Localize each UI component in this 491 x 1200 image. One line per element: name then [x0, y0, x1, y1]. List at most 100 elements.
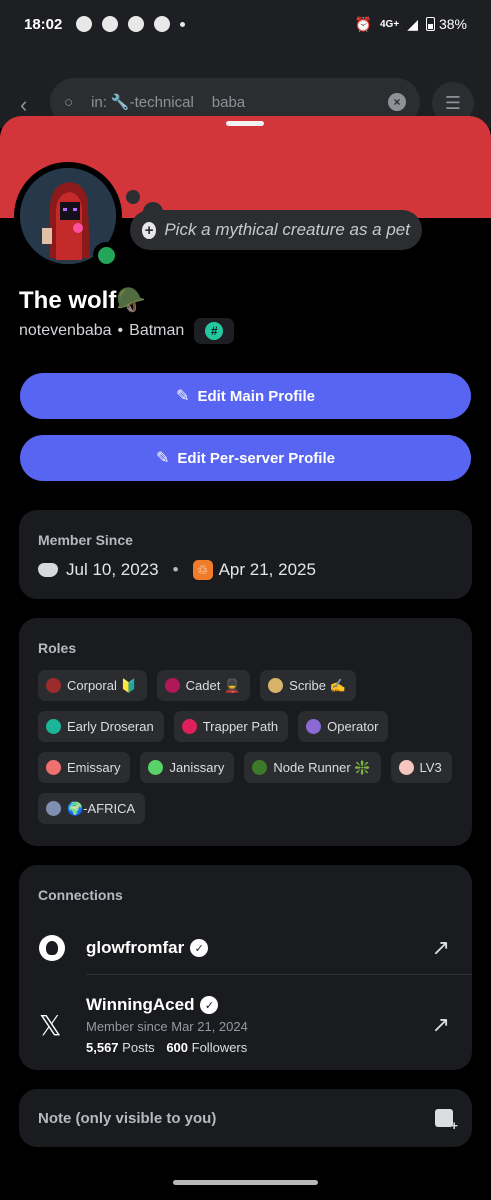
- edit-main-profile-button[interactable]: ✎ Edit Main Profile: [20, 373, 471, 419]
- role-chip[interactable]: Scribe ✍️: [260, 670, 356, 701]
- role-color-dot: [252, 760, 268, 775]
- username-row: notevenbaba • Batman #: [19, 318, 235, 344]
- more-notifications-dot: [180, 21, 186, 27]
- role-chip[interactable]: Trapper Path: [173, 711, 289, 742]
- sheet-drag-handle[interactable]: [226, 121, 264, 126]
- add-note-icon[interactable]: [435, 1109, 458, 1133]
- x-posts-label: Posts: [122, 1040, 155, 1055]
- role-chip[interactable]: Emissary: [38, 752, 131, 783]
- x-stats: 5,567 Posts 600 Followers: [86, 1040, 248, 1055]
- network-indicator: 4G+: [380, 18, 400, 30]
- status-bubble-tail: [126, 190, 140, 204]
- external-link-icon[interactable]: ↗: [432, 1012, 450, 1038]
- connections-card: Connections glowfromfar ✓ ↗ 𝕏 WinningAce…: [19, 865, 472, 1070]
- custom-status-bubble[interactable]: + Pick a mythical creature as a pet: [130, 210, 422, 250]
- server-tag-badge[interactable]: #: [194, 318, 235, 344]
- role-chip[interactable]: 🌍-AFRICA: [38, 793, 146, 824]
- note-placeholder: Note (only visible to you): [38, 1109, 217, 1127]
- connection-x[interactable]: 𝕏 WinningAced ✓ Member since Mar 21, 202…: [19, 990, 472, 1060]
- role-color-dot: [181, 719, 197, 734]
- clear-search-icon[interactable]: ×: [388, 93, 406, 111]
- connection-name: glowfromfar ✓: [86, 938, 209, 958]
- role-label: Node Runner ❇️: [273, 759, 371, 775]
- roles-card: Roles Corporal 🔰 Cadet 💂 Scribe ✍️ Early Dr…: [19, 618, 472, 846]
- snapchat-icon: [76, 16, 93, 32]
- verified-icon: ✓: [190, 939, 209, 957]
- member-since-title: Member Since: [38, 532, 133, 548]
- role-chip[interactable]: Cadet 💂: [156, 670, 251, 701]
- role-label: Emissary: [67, 760, 121, 775]
- role-chip[interactable]: Janissary: [140, 752, 235, 783]
- pencil-icon: ✎: [156, 450, 170, 467]
- discord-notif-icon: [154, 16, 171, 32]
- role-chip[interactable]: LV3: [390, 752, 452, 783]
- role-label: Corporal 🔰: [67, 677, 137, 693]
- hashtag-icon: #: [205, 322, 224, 340]
- add-status-icon: +: [142, 221, 157, 239]
- discord-join-date: Jul 10, 2023: [66, 560, 159, 579]
- profile-sheet: + Pick a mythical creature as a pet The …: [0, 116, 491, 1200]
- role-color-dot: [46, 678, 61, 693]
- custom-status-text: Pick a mythical creature as a pet: [164, 220, 410, 239]
- search-channel: 🔧-technical: [110, 94, 194, 111]
- edit-main-profile-label: Edit Main Profile: [197, 387, 315, 405]
- external-link-icon[interactable]: ↗: [432, 935, 450, 961]
- role-color-dot: [46, 801, 61, 816]
- role-chip[interactable]: Corporal 🔰: [38, 670, 147, 701]
- role-chip[interactable]: Node Runner ❇️: [244, 752, 381, 783]
- status-bar: 18:02 ⏰ 4G+ ◢ 38%: [0, 0, 491, 48]
- role-color-dot: [46, 719, 61, 734]
- role-color-dot: [148, 760, 164, 775]
- role-chip[interactable]: Operator: [298, 711, 389, 742]
- role-color-dot: [398, 760, 414, 775]
- role-color-dot: [306, 719, 322, 734]
- notification-icons: [76, 16, 186, 32]
- server-join-date: Apr 21, 2025: [218, 560, 316, 579]
- x-followers-label: Followers: [191, 1040, 248, 1055]
- home-indicator[interactable]: [173, 1180, 318, 1185]
- roles-list: Corporal 🔰 Cadet 💂 Scribe ✍️ Early Droseran…: [38, 670, 458, 824]
- search-icon: ○: [64, 93, 74, 111]
- back-chevron-icon[interactable]: ‹: [20, 92, 27, 118]
- date-separator: •: [172, 560, 179, 579]
- edit-per-server-profile-label: Edit Per-server Profile: [177, 449, 335, 467]
- pronouns: Batman: [129, 322, 185, 339]
- pencil-icon: ✎: [176, 388, 190, 405]
- role-label: Cadet 💂: [185, 677, 241, 693]
- role-label: 🌍-AFRICA: [67, 800, 136, 816]
- connections-title: Connections: [38, 887, 123, 903]
- connections-divider: [86, 974, 472, 975]
- battery-icon: [425, 17, 435, 31]
- alarm-icon: ⏰: [354, 15, 372, 32]
- search-filter-prefix: in:: [91, 93, 107, 111]
- x-posts-count: 5,567: [86, 1040, 119, 1055]
- online-status-indicator: [93, 242, 119, 268]
- role-label: Janissary: [169, 760, 225, 775]
- role-color-dot: [164, 678, 180, 693]
- role-label: Early Droseran: [67, 719, 154, 734]
- note-field[interactable]: Note (only visible to you): [19, 1089, 472, 1147]
- discord-notif-icon: [128, 16, 145, 32]
- connection-github[interactable]: glowfromfar ✓ ↗: [19, 925, 472, 971]
- discord-logo-icon: [38, 563, 58, 577]
- verified-icon: ✓: [200, 996, 219, 1014]
- role-color-dot: [46, 760, 61, 775]
- github-username: glowfromfar: [86, 938, 185, 957]
- avatar[interactable]: [14, 162, 122, 270]
- x-username: WinningAced: [86, 995, 195, 1014]
- x-member-since: Member since Mar 21, 2024: [86, 1019, 248, 1034]
- role-label: Operator: [327, 719, 379, 734]
- member-since-card: Member Since Jul 10, 2023 • ♲ Apr 21, 20…: [19, 510, 472, 599]
- role-label: Trapper Path: [202, 719, 279, 734]
- role-label: Scribe ✍️: [289, 677, 346, 693]
- battery-level: 38%: [438, 16, 467, 32]
- server-icon: ♲: [192, 560, 213, 580]
- signal-icon: ◢: [407, 15, 418, 32]
- snapchat-icon: [102, 16, 119, 32]
- x-followers-count: 600: [166, 1040, 189, 1055]
- role-chip[interactable]: Early Droseran: [38, 711, 164, 742]
- display-name: The wolf🪖: [19, 287, 147, 314]
- edit-per-server-profile-button[interactable]: ✎ Edit Per-server Profile: [20, 435, 471, 481]
- role-label: LV3: [419, 760, 442, 775]
- connection-name: WinningAced ✓: [86, 995, 248, 1015]
